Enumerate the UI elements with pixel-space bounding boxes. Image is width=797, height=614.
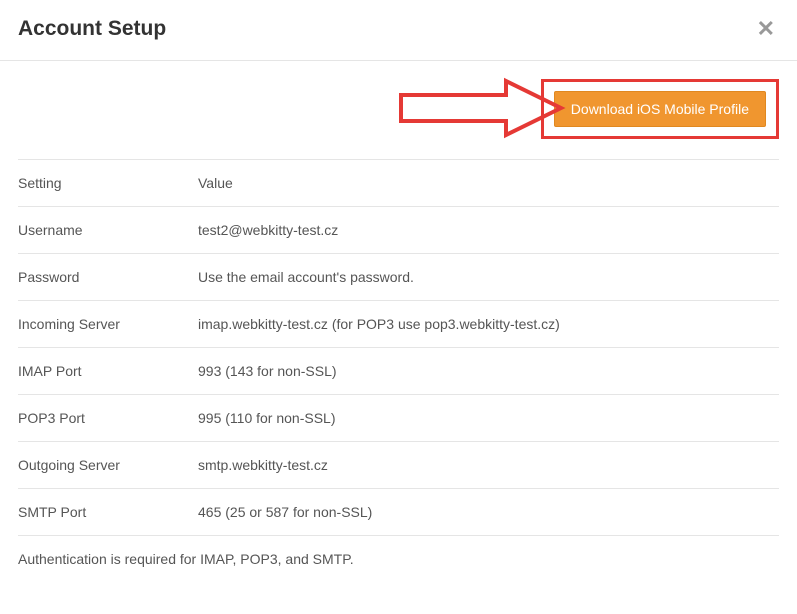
- download-ios-profile-button[interactable]: Download iOS Mobile Profile: [554, 91, 766, 127]
- setting-value: imap.webkitty-test.cz (for POP3 use pop3…: [198, 301, 779, 348]
- action-row: Download iOS Mobile Profile: [18, 79, 779, 139]
- setting-label: Password: [18, 254, 198, 301]
- table-row: POP3 Port 995 (110 for non-SSL): [18, 395, 779, 442]
- setting-label: IMAP Port: [18, 348, 198, 395]
- setting-label: POP3 Port: [18, 395, 198, 442]
- setting-label: Incoming Server: [18, 301, 198, 348]
- setting-value: smtp.webkitty-test.cz: [198, 442, 779, 489]
- setting-label: Username: [18, 207, 198, 254]
- table-header-value: Value: [198, 160, 779, 207]
- table-row: Incoming Server imap.webkitty-test.cz (f…: [18, 301, 779, 348]
- setting-value: 995 (110 for non-SSL): [198, 395, 779, 442]
- authentication-note: Authentication is required for IMAP, POP…: [18, 536, 779, 582]
- annotation-arrow-icon: [396, 77, 566, 139]
- setting-label: SMTP Port: [18, 489, 198, 536]
- setting-value: test2@webkitty-test.cz: [198, 207, 779, 254]
- setting-value: Use the email account's password.: [198, 254, 779, 301]
- table-row: Username test2@webkitty-test.cz: [18, 207, 779, 254]
- modal-content: Download iOS Mobile Profile Setting Valu…: [0, 61, 797, 600]
- modal-header: Account Setup ✕: [0, 0, 797, 61]
- setting-value: 993 (143 for non-SSL): [198, 348, 779, 395]
- table-row: Password Use the email account's passwor…: [18, 254, 779, 301]
- table-row: SMTP Port 465 (25 or 587 for non-SSL): [18, 489, 779, 536]
- setting-value: 465 (25 or 587 for non-SSL): [198, 489, 779, 536]
- settings-table: Setting Value Username test2@webkitty-te…: [18, 159, 779, 536]
- table-header-setting: Setting: [18, 160, 198, 207]
- close-icon[interactable]: ✕: [753, 16, 779, 42]
- table-header-row: Setting Value: [18, 160, 779, 207]
- table-row: IMAP Port 993 (143 for non-SSL): [18, 348, 779, 395]
- page-title: Account Setup: [18, 17, 166, 41]
- setting-label: Outgoing Server: [18, 442, 198, 489]
- table-row: Outgoing Server smtp.webkitty-test.cz: [18, 442, 779, 489]
- annotation-highlight-box: Download iOS Mobile Profile: [541, 79, 779, 139]
